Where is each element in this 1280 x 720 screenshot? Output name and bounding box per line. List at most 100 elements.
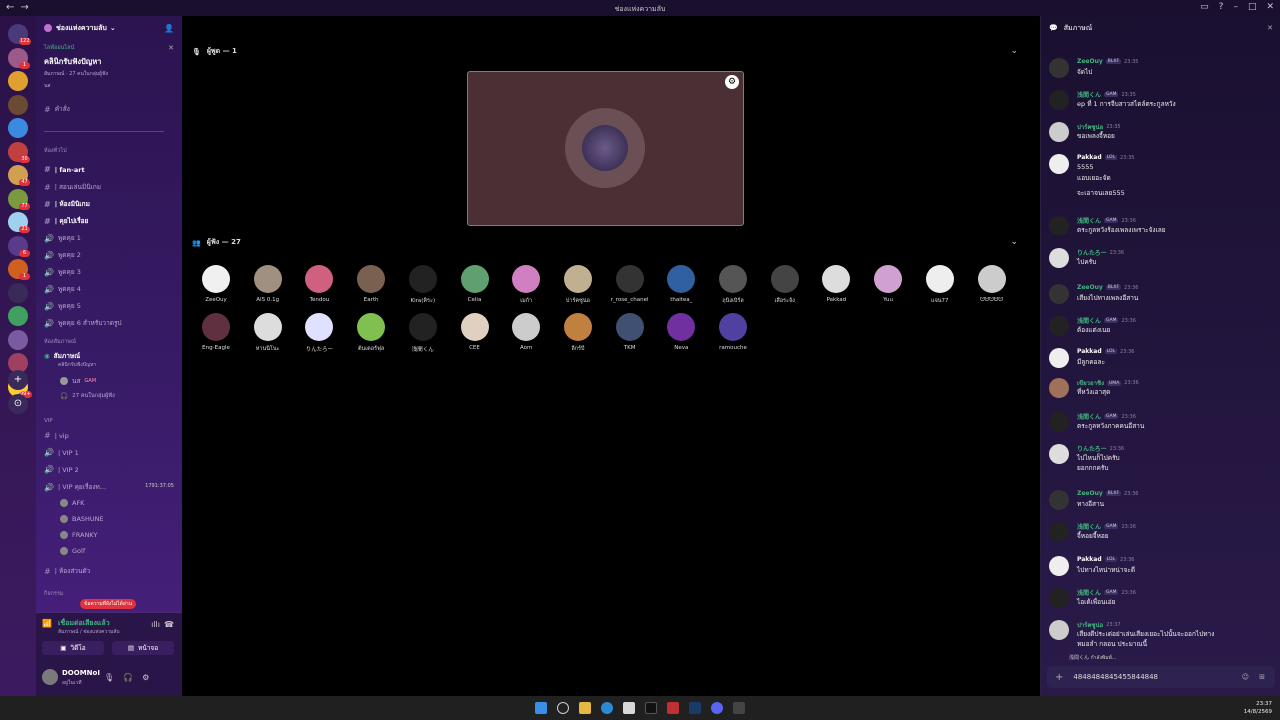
audience-member[interactable]: Neva — [656, 313, 706, 351]
close-button[interactable]: ✕ — [1266, 2, 1274, 12]
category-private[interactable]: กิจกรรม — [44, 590, 63, 598]
maximize-button[interactable]: □ — [1248, 2, 1257, 12]
close-icon[interactable]: ✕ — [1267, 24, 1273, 32]
audience-member[interactable]: AIS 0.1g — [243, 265, 293, 303]
channel-private[interactable]: # | ห้องส่วนตัว — [44, 566, 90, 576]
disconnect-icon[interactable]: ☎ — [164, 620, 174, 629]
audience-member[interactable]: りんたろー — [294, 313, 344, 353]
server-icon[interactable] — [8, 94, 28, 115]
audience-member[interactable]: TKM — [605, 313, 655, 351]
app-icon[interactable] — [733, 702, 745, 714]
voice-user[interactable]: Golf — [60, 547, 85, 555]
audience-member[interactable]: ramouche — [708, 313, 758, 351]
discord-icon[interactable] — [711, 702, 723, 714]
channel-item[interactable]: # | คุยไปเรื่อย — [44, 216, 88, 226]
headphones-icon[interactable]: 🎧 — [123, 673, 133, 682]
audience-member[interactable]: ᗢᗢᗢᗢᗢ — [967, 265, 1017, 304]
chat-input-value[interactable]: 4848484845455844848 — [1073, 673, 1158, 681]
audience-member[interactable]: เมก้า — [501, 265, 551, 305]
chevron-down-icon[interactable]: ⌄ — [1010, 237, 1018, 247]
audience-member[interactable]: ถุนิงเบิร์ล — [708, 265, 758, 305]
apps-icon[interactable]: ⊞ — [1259, 673, 1265, 681]
audience-member[interactable]: หานนิโนะ — [243, 313, 293, 353]
audience-member[interactable]: Yuu — [863, 265, 913, 303]
channel-item[interactable]: 🔊 พูดคุย 1 — [44, 233, 81, 243]
stage-user[interactable]: นส GAM — [60, 376, 96, 386]
add-attachment-icon[interactable]: + — [1055, 672, 1063, 683]
server-icon[interactable] — [8, 71, 28, 91]
channel-item[interactable]: # | ห้องมินิเกม — [44, 199, 90, 209]
settings-gear-icon[interactable]: ⚙ — [142, 673, 149, 682]
new-messages-badge[interactable]: ข้อความที่ยังไม่ได้อ่าน — [80, 599, 137, 609]
close-icon[interactable]: ✕ — [168, 44, 174, 52]
audience-member[interactable]: แจน77 — [915, 265, 965, 305]
channel-item[interactable]: 🔊 พูดคุย 2 — [44, 250, 81, 260]
store-icon[interactable] — [623, 702, 635, 714]
audience-member[interactable]: Earth — [346, 265, 396, 303]
channel-commands[interactable]: # คำสั่ง — [44, 104, 70, 114]
settings-gear-icon[interactable]: ⚙ — [725, 75, 739, 89]
vip-channel[interactable]: 🔊 | VIP 1 — [44, 448, 79, 457]
add-server-icon[interactable]: + — [8, 370, 28, 390]
tiktok-icon[interactable] — [645, 702, 657, 714]
audience-member[interactable]: Eng-Eagle — [191, 313, 241, 351]
server-icon[interactable] — [8, 282, 28, 303]
audience-member[interactable]: thaitea_ — [656, 265, 706, 303]
channel-item[interactable]: # | สอนเล่นมินิเกม — [44, 182, 101, 192]
add-member-icon[interactable]: 👤 — [164, 24, 174, 33]
audience-member[interactable]: ลีกร์บี — [553, 313, 603, 353]
audience-member[interactable]: เสือระจัง — [760, 265, 810, 305]
server-icon[interactable] — [8, 329, 28, 350]
chevron-down-icon[interactable]: ⌄ — [1010, 46, 1018, 56]
audience-member[interactable]: Tendou — [294, 265, 344, 303]
speaker-tile[interactable]: ⚙ — [467, 71, 744, 226]
channel-item[interactable]: 🔊 พูดคุย 3 — [44, 267, 81, 277]
audience-member[interactable]: 浅間くん — [398, 313, 448, 353]
chat-input[interactable]: + 4848484845455844848 ☺ ⊞ — [1047, 666, 1275, 688]
noise-icon[interactable]: ıllı — [151, 620, 160, 629]
username[interactable]: DOOMNoI — [62, 669, 100, 677]
help-icon[interactable]: ? — [1219, 2, 1224, 12]
voice-user[interactable]: FRANKY — [60, 531, 97, 539]
audience-member[interactable]: ต้นเตอร์ฟุล — [346, 313, 396, 353]
audience-member[interactable]: ZeeOuy — [191, 265, 241, 303]
category-interview[interactable]: ห้องสัมภาษณ์ — [44, 338, 76, 346]
event-title[interactable]: คลินิกรับฟังปัญหา — [44, 56, 101, 68]
category-general[interactable]: ห้องทั่วไป — [44, 147, 67, 155]
audience-member[interactable]: ปาร์คซูน่อ — [553, 265, 603, 305]
system-clock[interactable]: 23:37 14/8/2569 — [1244, 700, 1272, 716]
photoshop-icon[interactable] — [689, 702, 701, 714]
screen-share-button[interactable]: ▤ หน้าจอ — [112, 641, 174, 655]
emoji-icon[interactable]: ☺ — [1242, 673, 1249, 681]
audience-member[interactable]: Kira(คิระ) — [398, 265, 448, 305]
video-button[interactable]: ▣ วิดีโอ — [42, 641, 104, 655]
vip-channel[interactable]: 🔊 | VIP 2 — [44, 465, 79, 474]
audience-member[interactable]: CEE — [450, 313, 500, 351]
vip-channel[interactable]: # | vip — [44, 431, 69, 440]
stage-channel[interactable]: ◉ สัมภาษณ์ — [44, 351, 80, 361]
audience-member[interactable]: Aom — [501, 313, 551, 351]
voice-user[interactable]: AFK — [60, 499, 84, 507]
inbox-icon[interactable]: ▭ — [1200, 2, 1209, 12]
voice-user[interactable]: BASHUNE — [60, 515, 104, 523]
discover-icon[interactable]: ⊙ — [8, 394, 28, 414]
vip-channel[interactable]: 🔊 | VIP คุยเรื่องท... — [44, 482, 106, 492]
channel-item[interactable]: 🔊 พูดคุย 6 สำหรับวาดรูป — [44, 318, 122, 328]
server-icon[interactable] — [8, 306, 28, 326]
channel-item[interactable]: 🔊 พูดคุย 4 — [44, 284, 81, 294]
minimize-button[interactable]: – — [1233, 2, 1238, 12]
audience-member[interactable]: Celia — [450, 265, 500, 303]
search-icon[interactable] — [557, 702, 569, 714]
audience-member[interactable]: r_rose_chanel — [605, 265, 655, 303]
category-vip[interactable]: VIP — [44, 418, 53, 424]
avatar[interactable] — [42, 669, 58, 685]
audience-member[interactable]: Pakkad — [811, 265, 861, 303]
file-explorer-icon[interactable] — [579, 702, 591, 714]
windows-start-icon[interactable] — [535, 702, 547, 714]
microphone-icon[interactable]: 🎙 — [104, 673, 114, 682]
channel-item[interactable]: 🔊 พูดคุย 5 — [44, 301, 81, 311]
channel-item[interactable]: # | fan-art — [44, 165, 85, 174]
server-header[interactable]: ช่องแห่งความลับ ⌄ 👤 — [36, 16, 182, 40]
server-icon[interactable] — [8, 118, 28, 138]
edge-browser-icon[interactable] — [601, 702, 613, 714]
